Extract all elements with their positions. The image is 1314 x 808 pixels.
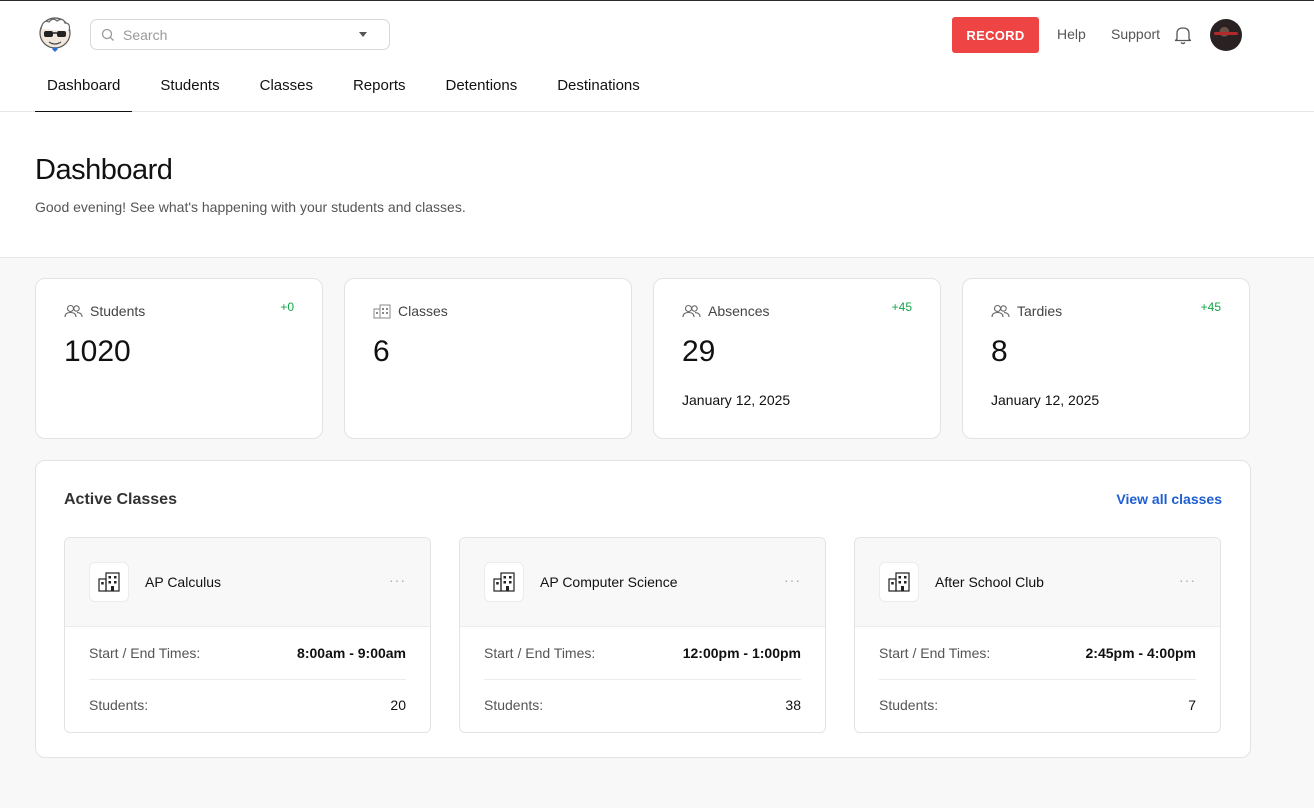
- help-link[interactable]: Help: [1057, 26, 1086, 42]
- stat-value: 8: [991, 335, 1008, 368]
- stat-value: 29: [682, 335, 716, 368]
- class-students-row: Students: 7: [879, 679, 1196, 729]
- students-value: 20: [390, 696, 406, 713]
- tab-destinations[interactable]: Destinations: [545, 61, 652, 112]
- view-all-classes-link[interactable]: View all classes: [1116, 491, 1222, 507]
- stat-label-text: Tardies: [1017, 303, 1063, 319]
- stat-label-text: Classes: [398, 303, 448, 319]
- search-input[interactable]: [123, 26, 359, 43]
- class-name: AP Calculus: [145, 574, 222, 590]
- times-label: Start / End Times:: [484, 645, 596, 661]
- building-icon: [373, 304, 391, 318]
- more-options-icon[interactable]: ···: [1179, 572, 1196, 588]
- record-button[interactable]: RECORD: [952, 17, 1039, 53]
- stat-delta: +45: [891, 300, 912, 314]
- students-value: 7: [1188, 696, 1196, 713]
- stat-label: Tardies: [991, 303, 1062, 319]
- class-card[interactable]: After School Club ··· Start / End Times:…: [854, 537, 1221, 733]
- tab-detentions[interactable]: Detentions: [434, 61, 530, 112]
- tab-dashboard[interactable]: Dashboard: [35, 61, 133, 113]
- stat-delta: +0: [280, 300, 294, 314]
- top-bar: RECORD Help Support Dashboard Students C…: [0, 1, 1314, 113]
- students-label: Students:: [89, 696, 149, 713]
- class-students-row: Students: 38: [484, 679, 801, 729]
- class-card-header: AP Calculus ···: [65, 538, 430, 627]
- stat-label-text: Absences: [708, 303, 770, 319]
- building-icon: [98, 572, 120, 592]
- class-times-row: Start / End Times: 2:45pm - 4:00pm: [879, 627, 1196, 679]
- more-options-icon[interactable]: ···: [389, 572, 406, 588]
- times-label: Start / End Times:: [879, 645, 991, 661]
- page-header: Dashboard Good evening! See what's happe…: [0, 112, 1314, 258]
- user-avatar[interactable]: [1210, 19, 1242, 51]
- active-classes-panel: Active Classes View all classes AP Calcu…: [35, 460, 1251, 758]
- times-value: 12:00pm - 1:00pm: [682, 645, 801, 661]
- times-value: 2:45pm - 4:00pm: [1085, 645, 1196, 661]
- tab-reports[interactable]: Reports: [341, 61, 418, 112]
- stat-card-students[interactable]: Students +0 1020: [35, 278, 323, 439]
- users-icon: [991, 304, 1010, 318]
- times-value: 8:00am - 9:00am: [297, 645, 406, 661]
- class-name: After School Club: [935, 574, 1044, 590]
- stat-delta: +45: [1200, 300, 1221, 314]
- stat-value: 1020: [64, 335, 131, 368]
- stat-card-absences[interactable]: Absences +45 29 January 12, 2025: [653, 278, 941, 439]
- class-times-row: Start / End Times: 8:00am - 9:00am: [89, 627, 406, 679]
- stat-label: Classes: [373, 303, 448, 319]
- stat-label: Students: [64, 303, 145, 319]
- main-nav: Dashboard Students Classes Reports Deten…: [35, 61, 668, 113]
- stat-date: January 12, 2025: [991, 392, 1100, 408]
- students-value: 38: [785, 696, 801, 713]
- tab-classes[interactable]: Classes: [248, 61, 325, 112]
- support-link[interactable]: Support: [1111, 26, 1160, 42]
- stat-card-tardies[interactable]: Tardies +45 8 January 12, 2025: [962, 278, 1250, 439]
- stat-label-text: Students: [90, 303, 146, 319]
- search-icon: [101, 28, 114, 41]
- stat-label: Absences: [682, 303, 769, 319]
- tab-students[interactable]: Students: [148, 61, 231, 112]
- users-icon: [64, 304, 83, 318]
- more-options-icon[interactable]: ···: [784, 572, 801, 588]
- stat-card-classes[interactable]: Classes 6: [344, 278, 632, 439]
- search-box[interactable]: [90, 19, 390, 50]
- class-card-header: After School Club ···: [855, 538, 1220, 627]
- class-students-row: Students: 20: [89, 679, 406, 729]
- class-icon-box: [89, 562, 129, 602]
- students-label: Students:: [484, 696, 544, 713]
- stat-date: January 12, 2025: [682, 392, 791, 408]
- chevron-down-icon[interactable]: [359, 32, 367, 37]
- page-subtitle: Good evening! See what's happening with …: [35, 199, 466, 215]
- class-name: AP Computer Science: [540, 574, 678, 590]
- times-label: Start / End Times:: [89, 645, 201, 661]
- bell-icon[interactable]: [1174, 25, 1192, 45]
- building-icon: [888, 572, 910, 592]
- class-card[interactable]: AP Calculus ··· Start / End Times: 8:00a…: [64, 537, 431, 733]
- students-label: Students:: [879, 696, 939, 713]
- logo-mascot-icon: [39, 17, 71, 52]
- class-card-list: AP Calculus ··· Start / End Times: 8:00a…: [64, 537, 1221, 733]
- active-classes-title: Active Classes: [64, 491, 177, 508]
- app-logo[interactable]: [35, 15, 75, 55]
- class-icon-box: [484, 562, 524, 602]
- class-card-header: AP Computer Science ···: [460, 538, 825, 627]
- class-card[interactable]: AP Computer Science ··· Start / End Time…: [459, 537, 826, 733]
- stat-cards: Students +0 1020 Classes 6 Absences +45 …: [35, 278, 1250, 439]
- class-times-row: Start / End Times: 12:00pm - 1:00pm: [484, 627, 801, 679]
- building-icon: [493, 572, 515, 592]
- stat-value: 6: [373, 335, 390, 368]
- class-icon-box: [879, 562, 919, 602]
- page-title: Dashboard: [35, 154, 173, 186]
- users-icon: [682, 304, 701, 318]
